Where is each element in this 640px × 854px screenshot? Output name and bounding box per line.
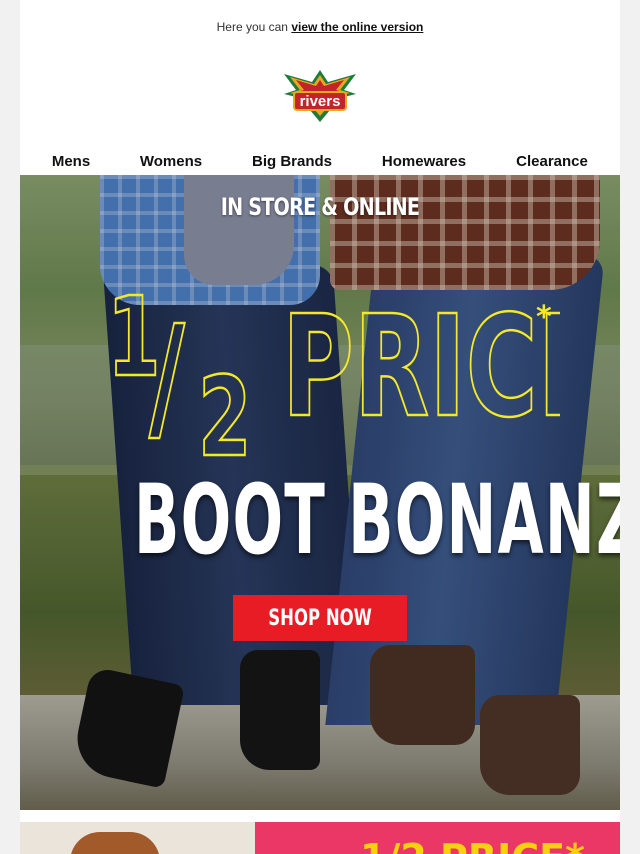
half-price-headline: 1 / 2 PRICE * — [106, 273, 560, 465]
shop-now-label: SHOP NOW — [268, 605, 372, 631]
nav-item-womens[interactable]: Womens — [140, 153, 202, 170]
promo-shoe-panel — [20, 822, 255, 854]
email-page: Here you can view the online version riv… — [20, 0, 620, 854]
preheader: Here you can view the online version — [20, 20, 620, 34]
main-nav: Mens Womens Big Brands Homewares Clearan… — [20, 150, 620, 174]
rivers-logo[interactable]: rivers — [282, 68, 358, 124]
logo-text: rivers — [300, 93, 341, 110]
hero-banner[interactable]: IN STORE & ONLINE 1 / 2 PRICE * BOOT BON… — [20, 175, 620, 810]
boot-bonanza-title: BOOT BONANZA — [134, 464, 620, 576]
fraction-denominator: 2 — [198, 354, 252, 465]
promo-half-price-text: 1/2 PRICE* — [360, 838, 585, 854]
price-asterisk: * — [536, 300, 552, 335]
nav-item-mens[interactable]: Mens — [52, 153, 90, 170]
rivers-logo-graphic: rivers — [284, 70, 356, 122]
promo-shoe-image — [70, 832, 160, 854]
shop-now-button[interactable]: SHOP NOW — [233, 595, 407, 641]
secondary-promo-banner[interactable]: 1/2 PRICE* — [20, 822, 620, 854]
preheader-text: Here you can — [216, 20, 288, 34]
fraction-slash: / — [149, 296, 185, 458]
price-word: PRICE — [282, 286, 560, 448]
nav-item-big-brands[interactable]: Big Brands — [252, 153, 332, 170]
hero-top-line: IN STORE & ONLINE — [220, 193, 420, 221]
nav-item-homewares[interactable]: Homewares — [382, 153, 466, 170]
nav-item-clearance[interactable]: Clearance — [516, 153, 588, 170]
online-version-link[interactable]: view the online version — [291, 20, 423, 34]
